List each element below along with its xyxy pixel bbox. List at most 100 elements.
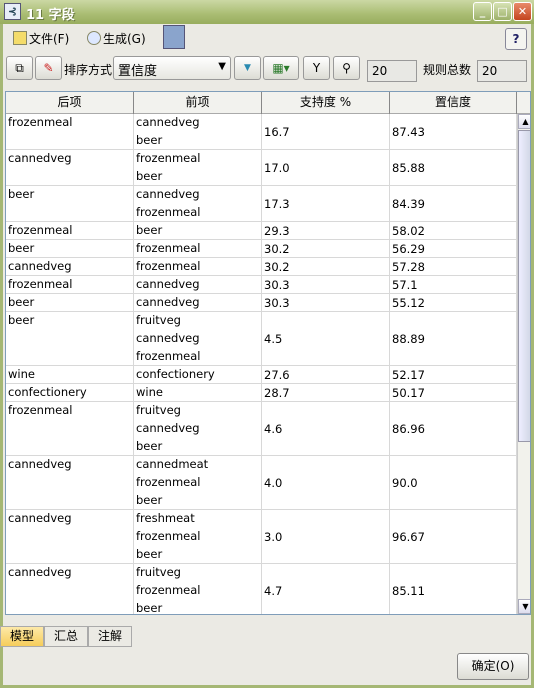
consequent-cell: cannedveg — [6, 258, 134, 275]
table-row[interactable]: wine confectionery 27.6 52.17 — [6, 366, 517, 384]
consequent-cell: frozenmeal — [6, 222, 134, 239]
window-title: 11 字段 — [26, 8, 75, 23]
header-support[interactable]: 支持度 % — [262, 92, 390, 114]
support-cell: 17.3 — [262, 186, 390, 221]
antecedent-text: frozenmeal — [136, 205, 201, 219]
antecedent-cell: confectionery — [134, 366, 262, 383]
table-row[interactable]: frozenmeal beer 29.3 58.02 — [6, 222, 517, 240]
file-icon — [13, 31, 27, 45]
toolbar: ⧉ ✎ 排序方式: 置信度 ▼ ▼ ▦▾ Y ⚲ 20 规则总数 20 — [3, 55, 531, 85]
menu-generate[interactable]: 生成(G) — [87, 30, 146, 47]
antecedent-cell: cannedveg — [134, 276, 262, 293]
support-cell: 3.0 — [262, 510, 390, 563]
confidence-cell: 96.67 — [390, 510, 517, 563]
close-button[interactable]: ✕ — [513, 2, 532, 21]
confidence-cell: 90.0 — [390, 456, 517, 509]
confidence-cell: 56.29 — [390, 240, 517, 257]
table-row[interactable]: confectionery wine 28.7 50.17 — [6, 384, 517, 402]
table-row[interactable]: beer fruitveg cannedveg frozenmeal 4.5 88.89 — [6, 312, 517, 366]
antecedent-text: beer — [136, 133, 163, 147]
support-cell: 4.6 — [262, 402, 390, 455]
antecedent-text: cannedveg — [136, 331, 200, 345]
confidence-cell: 52.17 — [390, 366, 517, 383]
antecedent-cell: cannedveg — [134, 294, 262, 311]
consequent-text: beer — [8, 187, 35, 201]
consequent-text: cannedveg — [8, 259, 72, 273]
table-row[interactable]: cannedveg freshmeat frozenmeal beer 3.0 96.67 — [6, 510, 517, 564]
shown-count-field: 20 — [367, 60, 417, 82]
consequent-text: beer — [8, 295, 35, 309]
antecedent-text: frozenmeal — [136, 475, 201, 489]
scroll-up-icon[interactable]: ▲ — [518, 114, 530, 129]
app-icon: ⊰ — [4, 3, 21, 20]
table-row[interactable]: frozenmeal cannedveg beer 16.7 87.43 — [6, 114, 517, 150]
consequent-cell: cannedveg — [6, 150, 134, 185]
antecedent-text: fruitveg — [136, 313, 181, 327]
minimize-button[interactable]: _ — [473, 2, 492, 21]
table-row[interactable]: cannedveg fruitveg frozenmeal beer 4.7 85.11 — [6, 564, 517, 614]
table-row[interactable]: frozenmeal fruitveg cannedveg beer 4.6 86.96 — [6, 402, 517, 456]
scroll-down-icon[interactable]: ▼ — [518, 599, 530, 614]
scroll-thumb[interactable] — [518, 130, 530, 442]
tab-annotation[interactable]: 注解 — [88, 626, 132, 647]
copy-button[interactable]: ⧉ — [6, 56, 33, 80]
title-bar: ⊰ 11 字段 _ □ ✕ — [0, 0, 534, 24]
help-button[interactable]: ? — [505, 28, 527, 50]
support-cell: 4.7 — [262, 564, 390, 614]
ok-button[interactable]: 确定(O) — [457, 653, 529, 680]
table-row[interactable]: beer frozenmeal 30.2 56.29 — [6, 240, 517, 258]
sort-label: 排序方式: — [64, 63, 117, 77]
antecedent-text: cannedmeat — [136, 457, 209, 471]
sort-order-button[interactable]: ▼ — [234, 56, 261, 80]
antecedent-text: frozenmeal — [136, 583, 201, 597]
consequent-text: beer — [8, 313, 35, 327]
confidence-cell: 55.12 — [390, 294, 517, 311]
antecedent-cell: freshmeat frozenmeal beer — [134, 510, 262, 563]
antecedent-text: cannedveg — [136, 187, 200, 201]
antecedent-text: fruitveg — [136, 565, 181, 579]
table-row[interactable]: cannedveg frozenmeal 30.2 57.28 — [6, 258, 517, 276]
total-count-field: 20 — [477, 60, 527, 82]
consequent-cell: cannedveg — [6, 456, 134, 509]
table-row[interactable]: cannedveg frozenmeal beer 17.0 85.88 — [6, 150, 517, 186]
sort-value: 置信度 — [118, 64, 158, 79]
menu-generate-label: 生成(G) — [103, 32, 146, 46]
table-row[interactable]: frozenmeal cannedveg 30.3 57.1 — [6, 276, 517, 294]
support-cell: 30.3 — [262, 294, 390, 311]
confidence-cell: 86.96 — [390, 402, 517, 455]
consequent-cell: cannedveg — [6, 564, 134, 614]
vertical-scrollbar[interactable]: ▲ ▼ — [517, 114, 530, 614]
header-confidence[interactable]: 置信度 — [390, 92, 517, 114]
find-button[interactable]: ⚲ — [333, 56, 360, 80]
tab-model[interactable]: 模型 — [0, 626, 44, 647]
table-row[interactable]: beer cannedveg 30.3 55.12 — [6, 294, 517, 312]
support-cell: 30.2 — [262, 240, 390, 257]
filter-button[interactable]: Y — [303, 56, 330, 80]
support-cell: 17.0 — [262, 150, 390, 185]
menu-file[interactable]: 文件(F) — [13, 30, 69, 47]
header-consequent[interactable]: 后项 — [6, 92, 134, 114]
consequent-text: cannedveg — [8, 457, 72, 471]
consequent-cell: frozenmeal — [6, 114, 134, 149]
antecedent-cell: frozenmeal — [134, 240, 262, 257]
consequent-cell: confectionery — [6, 384, 134, 401]
generate-model-button[interactable] — [163, 25, 185, 49]
tag-button[interactable]: ✎ — [35, 56, 62, 80]
header-antecedent[interactable]: 前项 — [134, 92, 262, 114]
maximize-button[interactable]: □ — [493, 2, 512, 21]
sort-select[interactable]: 置信度 ▼ — [113, 56, 231, 80]
rules-table: 后项 前项 支持度 % 置信度 frozenmeal cannedveg beer 1… — [5, 91, 531, 615]
table-header: 后项 前项 支持度 % 置信度 — [6, 92, 530, 114]
confidence-cell: 57.1 — [390, 276, 517, 293]
antecedent-cell: cannedmeat frozenmeal beer — [134, 456, 262, 509]
antecedent-cell: beer — [134, 222, 262, 239]
antecedent-cell: fruitveg cannedveg beer — [134, 402, 262, 455]
support-cell: 29.3 — [262, 222, 390, 239]
table-row[interactable]: cannedveg cannedmeat frozenmeal beer 4.0 90.0 — [6, 456, 517, 510]
chevron-down-icon: ▼ — [218, 61, 226, 72]
columns-button[interactable]: ▦▾ — [263, 56, 299, 80]
confidence-cell: 57.28 — [390, 258, 517, 275]
table-row[interactable]: beer cannedveg frozenmeal 17.3 84.39 — [6, 186, 517, 222]
consequent-text: frozenmeal — [8, 277, 73, 291]
tab-summary[interactable]: 汇总 — [44, 626, 88, 647]
